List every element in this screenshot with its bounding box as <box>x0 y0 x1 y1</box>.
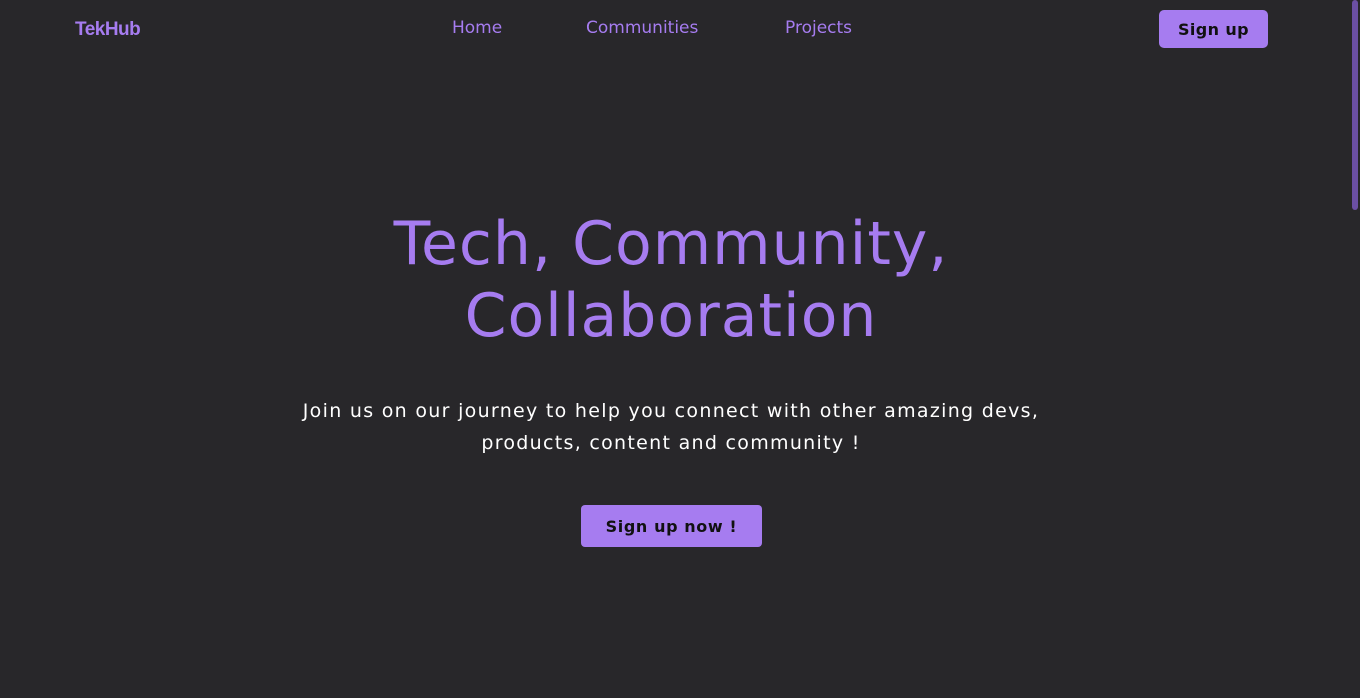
hero-subtitle-line1: Join us on our journey to help you conne… <box>302 400 1040 422</box>
nav-link-communities[interactable]: Communities <box>586 16 698 40</box>
hero-title-line1: Tech, Community, <box>393 209 949 279</box>
hero-subtitle-line2: products, content and community ! <box>481 432 861 454</box>
signup-now-button-label: Sign up now ! <box>605 516 738 536</box>
scrollbar[interactable] <box>1350 0 1360 698</box>
signup-button-label: Sign up <box>1177 19 1250 39</box>
hero-title: Tech, Community, Collaboration <box>200 208 1142 352</box>
signup-button[interactable]: Sign up <box>1159 10 1268 48</box>
nav-link-home[interactable]: Home <box>452 16 502 40</box>
scrollbar-thumb[interactable] <box>1352 0 1358 210</box>
hero-title-line2: Collaboration <box>464 281 878 351</box>
logo[interactable]: TekHub <box>75 18 141 42</box>
hero-subtitle: Join us on our journey to help you conne… <box>230 395 1112 459</box>
nav-link-projects[interactable]: Projects <box>785 16 852 40</box>
signup-now-button[interactable]: Sign up now ! <box>581 505 762 547</box>
